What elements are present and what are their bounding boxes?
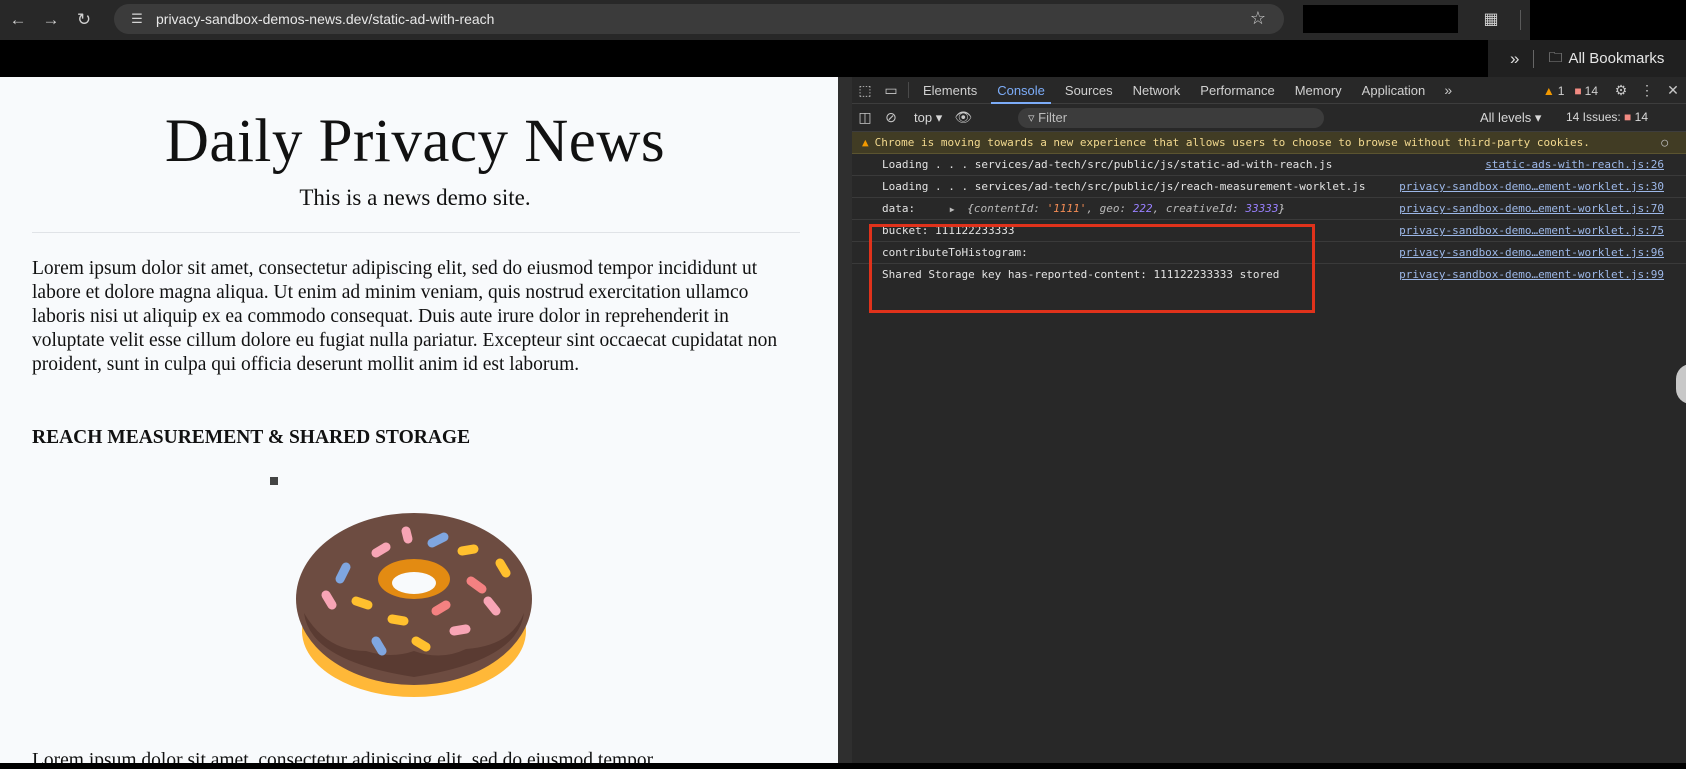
folder-icon: 🗀	[1548, 48, 1563, 65]
tab-application[interactable]: Application	[1352, 77, 1436, 104]
log-text: data:	[882, 202, 916, 215]
banner-text: Chrome is moving towards a new experienc…	[874, 136, 1590, 149]
all-bookmarks-button[interactable]: All Bookmarks	[1568, 50, 1664, 67]
obj-brace: {	[967, 202, 974, 215]
warning-count[interactable]: 1	[1558, 84, 1565, 98]
donut-ad-image[interactable]	[296, 501, 532, 701]
issues-badge-count: 14	[1634, 110, 1648, 124]
page-title: Daily Privacy News	[164, 108, 666, 175]
obj-value: 33333	[1245, 202, 1279, 215]
issues-label: 14 Issues:	[1566, 110, 1621, 124]
highlight-annotation-box	[869, 224, 1315, 313]
tab-console[interactable]: Console	[987, 77, 1055, 104]
eye-icon[interactable]: 👁	[950, 109, 976, 126]
console-filter-bar: ◫ ⊘ top ▾ 👁 ▿ Filter All levels ▾ 14 Iss…	[852, 104, 1686, 132]
obj-key: contentId:	[973, 202, 1047, 215]
extensions-icon[interactable]: ▦	[1478, 6, 1504, 32]
log-source-link[interactable]: privacy-sandbox-demo…ement-worklet.js:30	[1399, 176, 1664, 198]
taskbar-strip	[0, 763, 1686, 769]
log-source-link[interactable]: privacy-sandbox-demo…ement-worklet.js:96	[1399, 242, 1664, 264]
settings-gear-icon[interactable]: ⚙	[1608, 82, 1634, 99]
bookmarks-overflow: » 🗀 All Bookmarks	[1488, 40, 1686, 77]
obj-key: , geo:	[1086, 202, 1133, 215]
log-text: Loading . . . services/ad-tech/src/publi…	[882, 158, 1333, 171]
site-info-icon[interactable]: ☰	[124, 8, 150, 30]
data-object-preview[interactable]: {contentId: '1111', geo: 222, creativeId…	[967, 202, 1285, 215]
obj-key: , creativeId:	[1152, 202, 1246, 215]
url-text[interactable]: privacy-sandbox-demos-news.dev/static-ad…	[156, 11, 494, 27]
chevron-double-right-icon[interactable]: »	[1510, 49, 1519, 69]
obj-value: '1111'	[1046, 202, 1087, 215]
console-filter-input[interactable]: ▿ Filter	[1018, 108, 1324, 128]
kebab-menu-icon[interactable]: ⋮	[1634, 82, 1660, 99]
obj-brace: }	[1278, 202, 1286, 215]
devtools-status: ▲ 1 ■ 14 ⚙ ⋮ ✕	[1543, 77, 1686, 104]
issue-icon: ■	[1624, 110, 1632, 124]
tab-sources[interactable]: Sources	[1055, 77, 1123, 104]
article-paragraph: Lorem ipsum dolor sit amet, consectetur …	[32, 750, 654, 763]
ad-frame-marker	[270, 477, 278, 485]
redacted-block-right	[1530, 0, 1686, 40]
log-levels-dropdown[interactable]: All levels ▾	[1480, 110, 1541, 126]
warning-icon: ▲	[862, 136, 869, 149]
log-source-link[interactable]: privacy-sandbox-demo…ement-worklet.js:99	[1399, 264, 1664, 286]
log-source-link[interactable]: privacy-sandbox-demo…ement-worklet.js:70	[1399, 198, 1664, 220]
bookmarks-divider	[1533, 49, 1535, 68]
bookmarks-bar	[0, 40, 1686, 77]
back-arrow-icon[interactable]: ←	[3, 5, 33, 35]
third-party-cookie-banner: ▲ Chrome is moving towards a new experien…	[852, 132, 1686, 154]
toolbar-divider	[1520, 10, 1521, 30]
log-source-link[interactable]: privacy-sandbox-demo…ement-worklet.js:75	[1399, 220, 1664, 242]
page-subtitle: This is a news demo site.	[299, 185, 531, 210]
sidebar-toggle-icon[interactable]: ◫	[852, 109, 878, 126]
filter-placeholder: Filter	[1038, 110, 1068, 125]
device-toolbar-icon[interactable]: ▭	[878, 82, 904, 99]
divider	[32, 232, 800, 233]
forward-arrow-icon[interactable]: →	[36, 5, 66, 35]
browser-toolbar: ← → ↻ ☰ privacy-sandbox-demos-news.dev/s…	[0, 0, 1686, 40]
expand-triangle-icon[interactable]: ▶	[950, 205, 955, 214]
banner-dismiss-icon[interactable]: ◯	[1661, 132, 1668, 154]
warning-icon[interactable]: ▲	[1543, 84, 1555, 98]
page-content: Daily Privacy News This is a news demo s…	[0, 77, 838, 763]
context-select-value: top	[914, 109, 933, 125]
tab-network[interactable]: Network	[1123, 77, 1191, 104]
clear-console-icon[interactable]: ⊘	[878, 109, 904, 126]
reload-icon[interactable]: ↻	[69, 5, 99, 35]
devtools-panel: ⬚ ▭ Elements Console Sources Network Per…	[838, 77, 1686, 763]
devtools-tabbar: ⬚ ▭ Elements Console Sources Network Per…	[852, 77, 1686, 104]
log-text: Loading . . . services/ad-tech/src/publi…	[882, 180, 1366, 193]
close-icon[interactable]: ✕	[1660, 82, 1686, 99]
more-tabs-icon[interactable]: »	[1435, 82, 1461, 98]
section-heading: REACH MEASUREMENT & SHARED STORAGE	[32, 427, 471, 448]
console-message: Loading . . . services/ad-tech/src/publi…	[852, 176, 1686, 198]
inspect-element-icon[interactable]: ⬚	[852, 82, 878, 99]
context-select[interactable]: top ▾	[914, 110, 942, 126]
issues-counter[interactable]: 14 Issues: ■ 14	[1566, 110, 1648, 124]
console-message: Loading . . . services/ad-tech/src/publi…	[852, 154, 1686, 176]
log-source-link[interactable]: static-ads-with-reach.js:26	[1485, 154, 1664, 176]
star-icon[interactable]: ☆	[1250, 8, 1266, 29]
tab-performance[interactable]: Performance	[1190, 77, 1284, 104]
redacted-block	[1303, 5, 1458, 33]
address-bar[interactable]: ☰ privacy-sandbox-demos-news.dev/static-…	[114, 4, 1284, 34]
issue-icon[interactable]: ■	[1574, 84, 1581, 98]
obj-value: 222	[1132, 202, 1153, 215]
issue-count[interactable]: 14	[1585, 84, 1598, 98]
article-paragraph: Lorem ipsum dolor sit amet, consectetur …	[32, 258, 778, 375]
levels-label: All levels	[1480, 110, 1532, 125]
tab-elements[interactable]: Elements	[913, 77, 987, 104]
tab-memory[interactable]: Memory	[1285, 77, 1352, 104]
devtools-scrollbar[interactable]	[838, 77, 852, 763]
console-message: data: ▶ {contentId: '1111', geo: 222, cr…	[852, 198, 1686, 220]
tab-divider	[908, 82, 909, 98]
